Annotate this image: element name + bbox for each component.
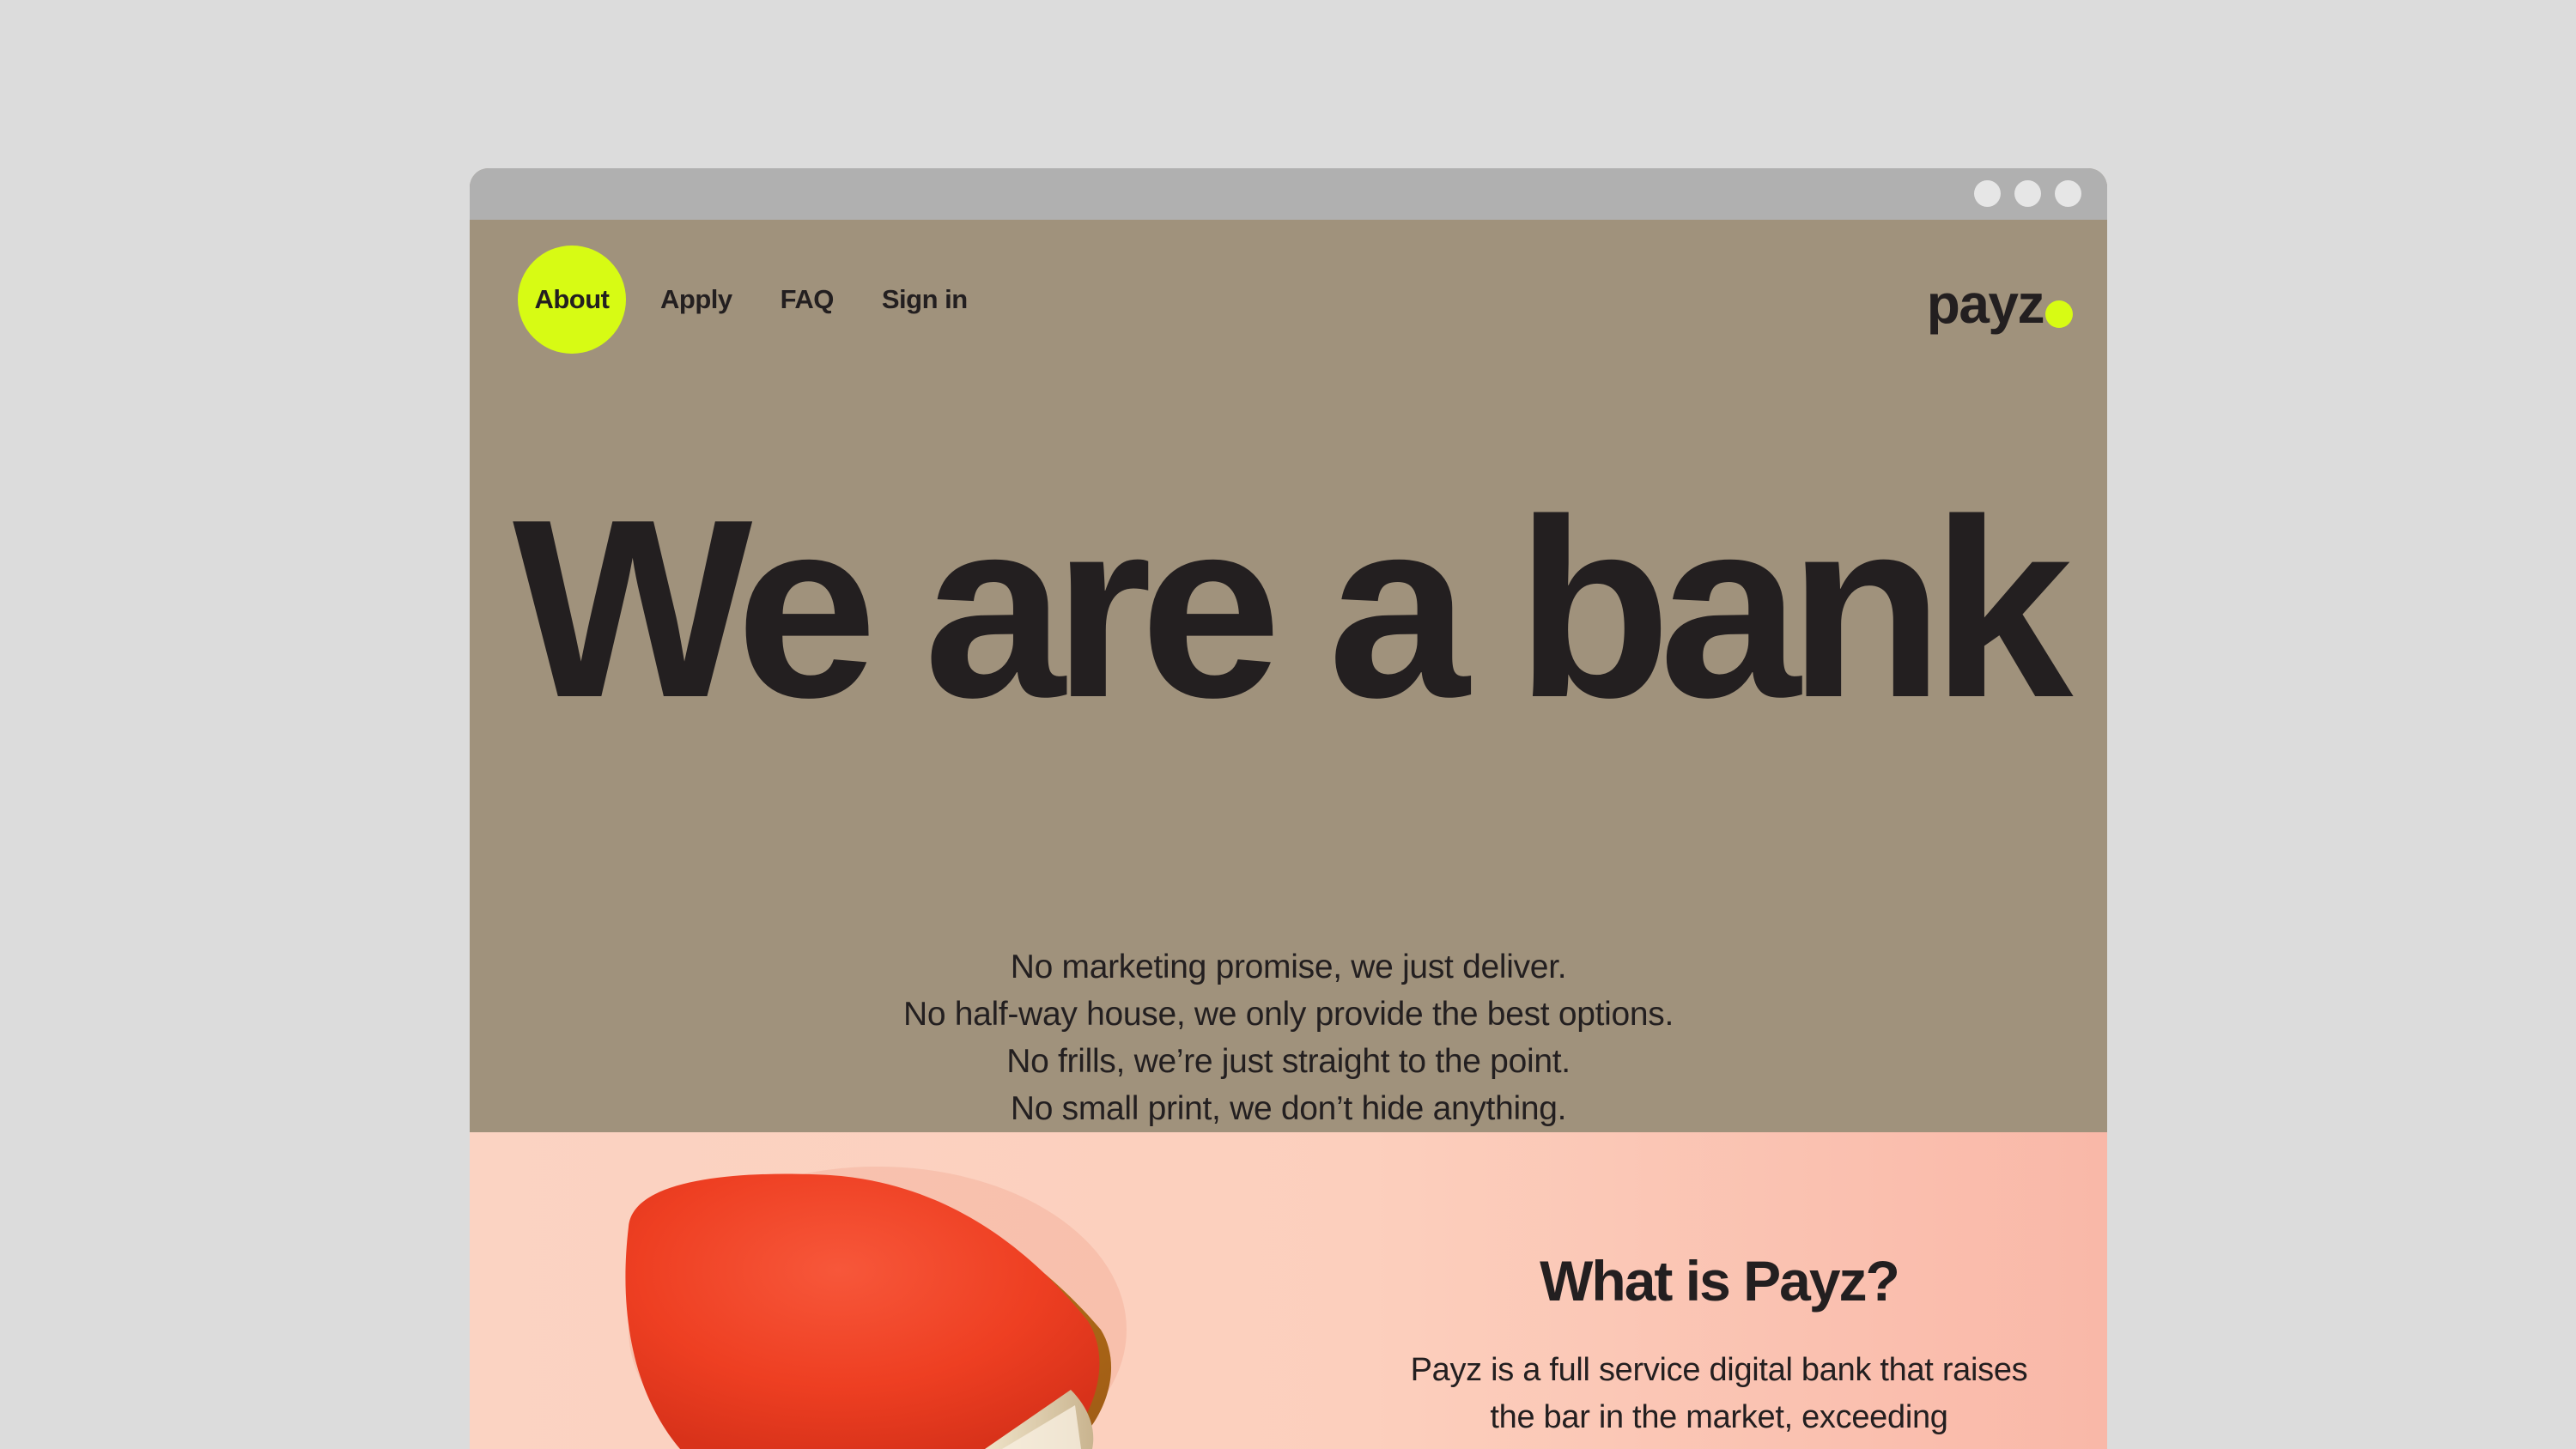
section-body-line: Payz is a full service digital bank that… [1410, 1352, 2028, 1388]
logo-wordmark: payz [1926, 273, 2045, 335]
nav-item-sign-in[interactable]: Sign in [882, 284, 968, 315]
logo-dot-icon [2045, 300, 2073, 328]
payz-logo[interactable]: payz [1927, 263, 2073, 331]
table-tennis-paddle-image [625, 1167, 1127, 1449]
tagline-line: No small print, we don’t hide anything. [1010, 1090, 1567, 1127]
main-nav: About Apply FAQ Sign in [518, 246, 968, 354]
window-control-dot[interactable] [2055, 180, 2081, 207]
window-control-dot[interactable] [1974, 180, 2001, 207]
section-body-line: the bar in the market, exceeding [1490, 1399, 1948, 1435]
screen-canvas: About Apply FAQ Sign in payz We are a ba… [0, 0, 2576, 1449]
browser-titlebar [470, 168, 2107, 220]
hero-tagline: No marketing promise, we just deliver. N… [470, 943, 2107, 1132]
section-title: What is Payz? [1540, 1249, 1900, 1313]
hero-headline: We are a bank [513, 466, 2073, 750]
browser-window: About Apply FAQ Sign in payz We are a ba… [470, 168, 2107, 1449]
what-is-payz-section: What is Payz? Payz is a full service dig… [470, 1132, 2107, 1449]
nav-item-apply[interactable]: Apply [660, 284, 732, 315]
tagline-line: No frills, we’re just straight to the po… [1006, 1043, 1571, 1080]
hero-section: About Apply FAQ Sign in payz We are a ba… [470, 220, 2107, 1132]
nav-item-faq[interactable]: FAQ [781, 284, 835, 315]
section-body: Payz is a full service digital bank that… [1333, 1347, 2105, 1441]
tagline-line: No marketing promise, we just deliver. [1010, 949, 1567, 985]
nav-item-about[interactable]: About [518, 246, 626, 354]
tagline-line: No half-way house, we only provide the b… [902, 996, 1674, 1033]
window-control-dot[interactable] [2014, 180, 2041, 207]
